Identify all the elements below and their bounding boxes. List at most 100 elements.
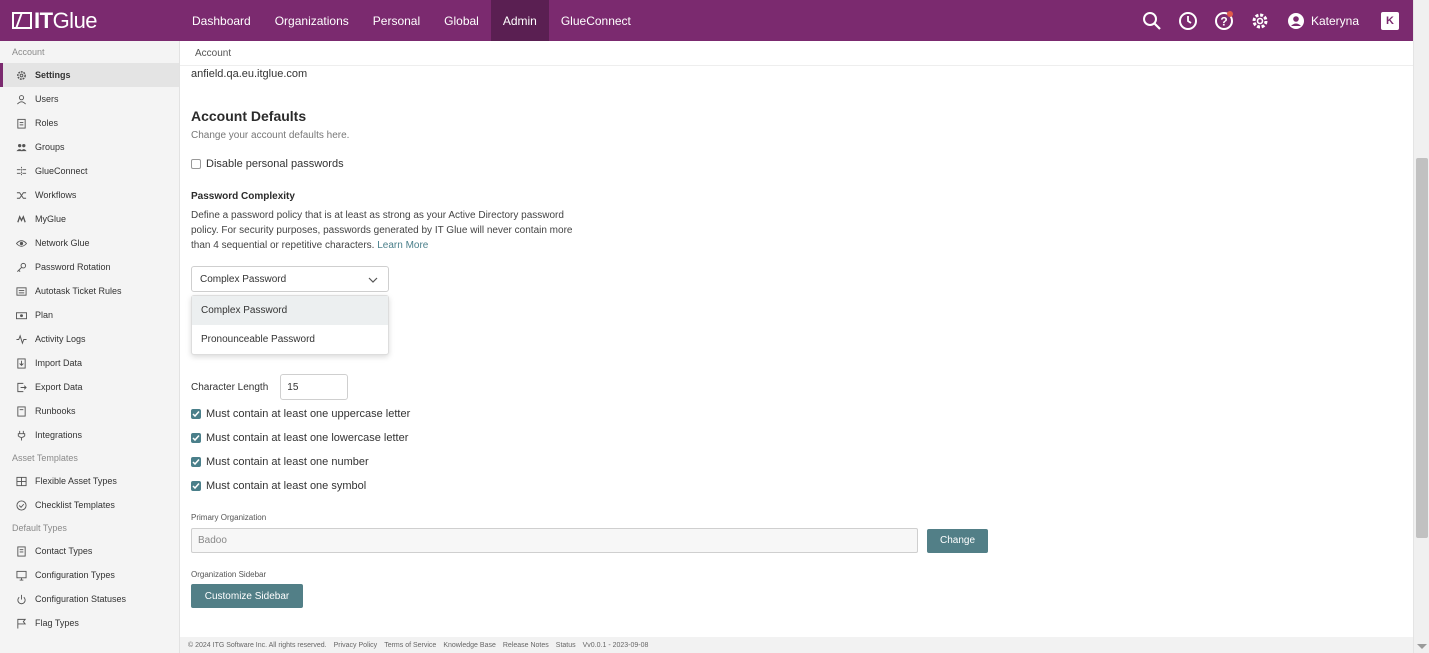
- gear-icon[interactable]: [1242, 0, 1278, 41]
- option-complex-password[interactable]: Complex Password: [192, 296, 388, 325]
- rule-number-checkbox[interactable]: [191, 457, 201, 467]
- import-icon: [16, 357, 27, 369]
- rule-uppercase-row[interactable]: Must contain at least one uppercase lett…: [191, 402, 1413, 426]
- password-type-select[interactable]: Complex Password: [191, 266, 389, 292]
- sidebar-item-glueconnect[interactable]: GlueConnect: [0, 159, 179, 183]
- sidebar-item-myglue[interactable]: MyGlue: [0, 207, 179, 231]
- sidebar-item-label: GlueConnect: [35, 166, 88, 176]
- sidebar-item-contact-types[interactable]: Contact Types: [0, 539, 179, 563]
- sidebar-item-label: Activity Logs: [35, 334, 86, 344]
- sidebar-item-label: Autotask Ticket Rules: [35, 286, 122, 296]
- sidebar-item-flag-types[interactable]: Flag Types: [0, 611, 179, 635]
- breadcrumb: Account: [180, 41, 1413, 66]
- clock-icon[interactable]: [1170, 0, 1206, 41]
- sidebar-item-label: Integrations: [35, 430, 83, 440]
- rule-number-label: Must contain at least one number: [206, 456, 369, 468]
- sidebar-item-label: Export Data: [35, 382, 83, 392]
- footer-release-notes-link[interactable]: Release Notes: [503, 642, 549, 649]
- nav-global[interactable]: Global: [432, 0, 491, 41]
- footer-privacy-link[interactable]: Privacy Policy: [334, 642, 378, 649]
- rule-lowercase-checkbox[interactable]: [191, 433, 201, 443]
- sidebar-item-plan[interactable]: Plan: [0, 303, 179, 327]
- disable-personal-passwords-checkbox[interactable]: [191, 159, 201, 169]
- disable-personal-passwords-row[interactable]: Disable personal passwords: [191, 152, 1413, 176]
- sidebar-item-label: Workflows: [35, 190, 77, 200]
- itglue-logo[interactable]: IT Glue: [0, 0, 180, 41]
- gear-icon: [16, 70, 27, 81]
- customize-sidebar-button[interactable]: Customize Sidebar: [191, 584, 303, 608]
- sidebar-item-configuration-statuses[interactable]: Configuration Statuses: [0, 587, 179, 611]
- rule-number-row[interactable]: Must contain at least one number: [191, 450, 1413, 474]
- sidebar-item-autotask-ticket-rules[interactable]: Autotask Ticket Rules: [0, 279, 179, 303]
- sidebar-item-password-rotation[interactable]: Password Rotation: [0, 255, 179, 279]
- sidebar-item-configuration-types[interactable]: Configuration Types: [0, 563, 179, 587]
- sidebar-item-integrations[interactable]: Integrations: [0, 423, 179, 447]
- sidebar-item-import-data[interactable]: Import Data: [0, 351, 179, 375]
- learn-more-link[interactable]: Learn More: [377, 240, 428, 251]
- help-icon[interactable]: ?: [1206, 0, 1242, 41]
- sidebar-item-checklist-templates[interactable]: Checklist Templates: [0, 493, 179, 517]
- footer-knowledge-base-link[interactable]: Knowledge Base: [443, 642, 496, 649]
- breadcrumb-account[interactable]: Account: [195, 48, 231, 59]
- footer-status-link[interactable]: Status: [556, 642, 576, 649]
- monitor-icon: [16, 570, 27, 581]
- svg-text:?: ?: [1220, 14, 1227, 28]
- rule-uppercase-checkbox[interactable]: [191, 409, 201, 419]
- rule-symbol-checkbox[interactable]: [191, 481, 201, 491]
- scroll-down-icon[interactable]: [1417, 644, 1427, 649]
- sidebar-item-label: Groups: [35, 142, 65, 152]
- character-length-input[interactable]: 15: [280, 374, 349, 400]
- nav-personal[interactable]: Personal: [361, 0, 432, 41]
- sidebar-item-users[interactable]: Users: [0, 87, 179, 111]
- sidebar-item-label: Flexible Asset Types: [35, 476, 117, 486]
- shuffle-icon: [16, 190, 27, 201]
- nav-glueconnect[interactable]: GlueConnect: [549, 0, 643, 41]
- sidebar-item-label: Flag Types: [35, 618, 79, 628]
- sidebar-item-label: Runbooks: [35, 406, 76, 416]
- sidebar-item-label: Plan: [35, 310, 54, 320]
- nav-dashboard[interactable]: Dashboard: [180, 0, 263, 41]
- sidebar-item-roles[interactable]: Roles: [0, 111, 179, 135]
- main-nav: Dashboard Organizations Personal Global …: [180, 0, 643, 41]
- grid-icon: [16, 476, 27, 487]
- rule-lowercase-row[interactable]: Must contain at least one lowercase lett…: [191, 426, 1413, 450]
- sidebar-item-label: Users: [35, 94, 59, 104]
- key-icon: [16, 262, 27, 273]
- footer-terms-link[interactable]: Terms of Service: [384, 642, 436, 649]
- logo-text-glue: Glue: [52, 7, 98, 33]
- disable-personal-passwords-label: Disable personal passwords: [206, 158, 344, 170]
- sidebar-item-settings[interactable]: Settings: [0, 63, 179, 87]
- sidebar-item-runbooks[interactable]: Runbooks: [0, 399, 179, 423]
- sidebar-item-network-glue[interactable]: Network Glue: [0, 231, 179, 255]
- password-type-selected: Complex Password: [200, 273, 287, 285]
- flag-icon: [16, 618, 27, 629]
- primary-organization-input[interactable]: Badoo: [191, 528, 918, 553]
- group-icon: [16, 142, 27, 153]
- nav-admin[interactable]: Admin: [490, 0, 549, 41]
- sidebar-item-label: MyGlue: [35, 214, 67, 224]
- sidebar-item-label: Settings: [35, 70, 71, 80]
- sidebar-item-flexible-asset-types[interactable]: Flexible Asset Types: [0, 469, 179, 493]
- page-scrollbar[interactable]: [1413, 0, 1429, 653]
- nav-organizations[interactable]: Organizations: [263, 0, 361, 41]
- sidebar-item-workflows[interactable]: Workflows: [0, 183, 179, 207]
- character-length-row: Character Length 15: [191, 374, 1413, 400]
- contact-icon: [16, 545, 27, 557]
- rule-symbol-row[interactable]: Must contain at least one symbol: [191, 474, 1413, 498]
- sidebar-section-account: Account: [12, 47, 45, 57]
- search-icon[interactable]: [1134, 0, 1170, 41]
- password-type-dropdown: Complex Password Pronounceable Password: [191, 295, 389, 355]
- password-complexity-description: Define a password policy that is at leas…: [191, 208, 591, 253]
- change-organization-button[interactable]: Change: [927, 528, 988, 553]
- kaseya-badge-icon[interactable]: K: [1381, 11, 1399, 30]
- list-icon: [16, 286, 27, 297]
- export-icon: [16, 382, 27, 393]
- rule-uppercase-label: Must contain at least one uppercase lett…: [206, 408, 411, 420]
- sidebar-item-export-data[interactable]: Export Data: [0, 375, 179, 399]
- sidebar-item-label: Import Data: [35, 358, 83, 368]
- scrollbar-thumb[interactable]: [1416, 158, 1428, 538]
- sidebar-item-groups[interactable]: Groups: [0, 135, 179, 159]
- user-menu[interactable]: Kateryna: [1287, 12, 1359, 29]
- option-pronounceable-password[interactable]: Pronounceable Password: [192, 325, 388, 354]
- sidebar-item-activity-logs[interactable]: Activity Logs: [0, 327, 179, 351]
